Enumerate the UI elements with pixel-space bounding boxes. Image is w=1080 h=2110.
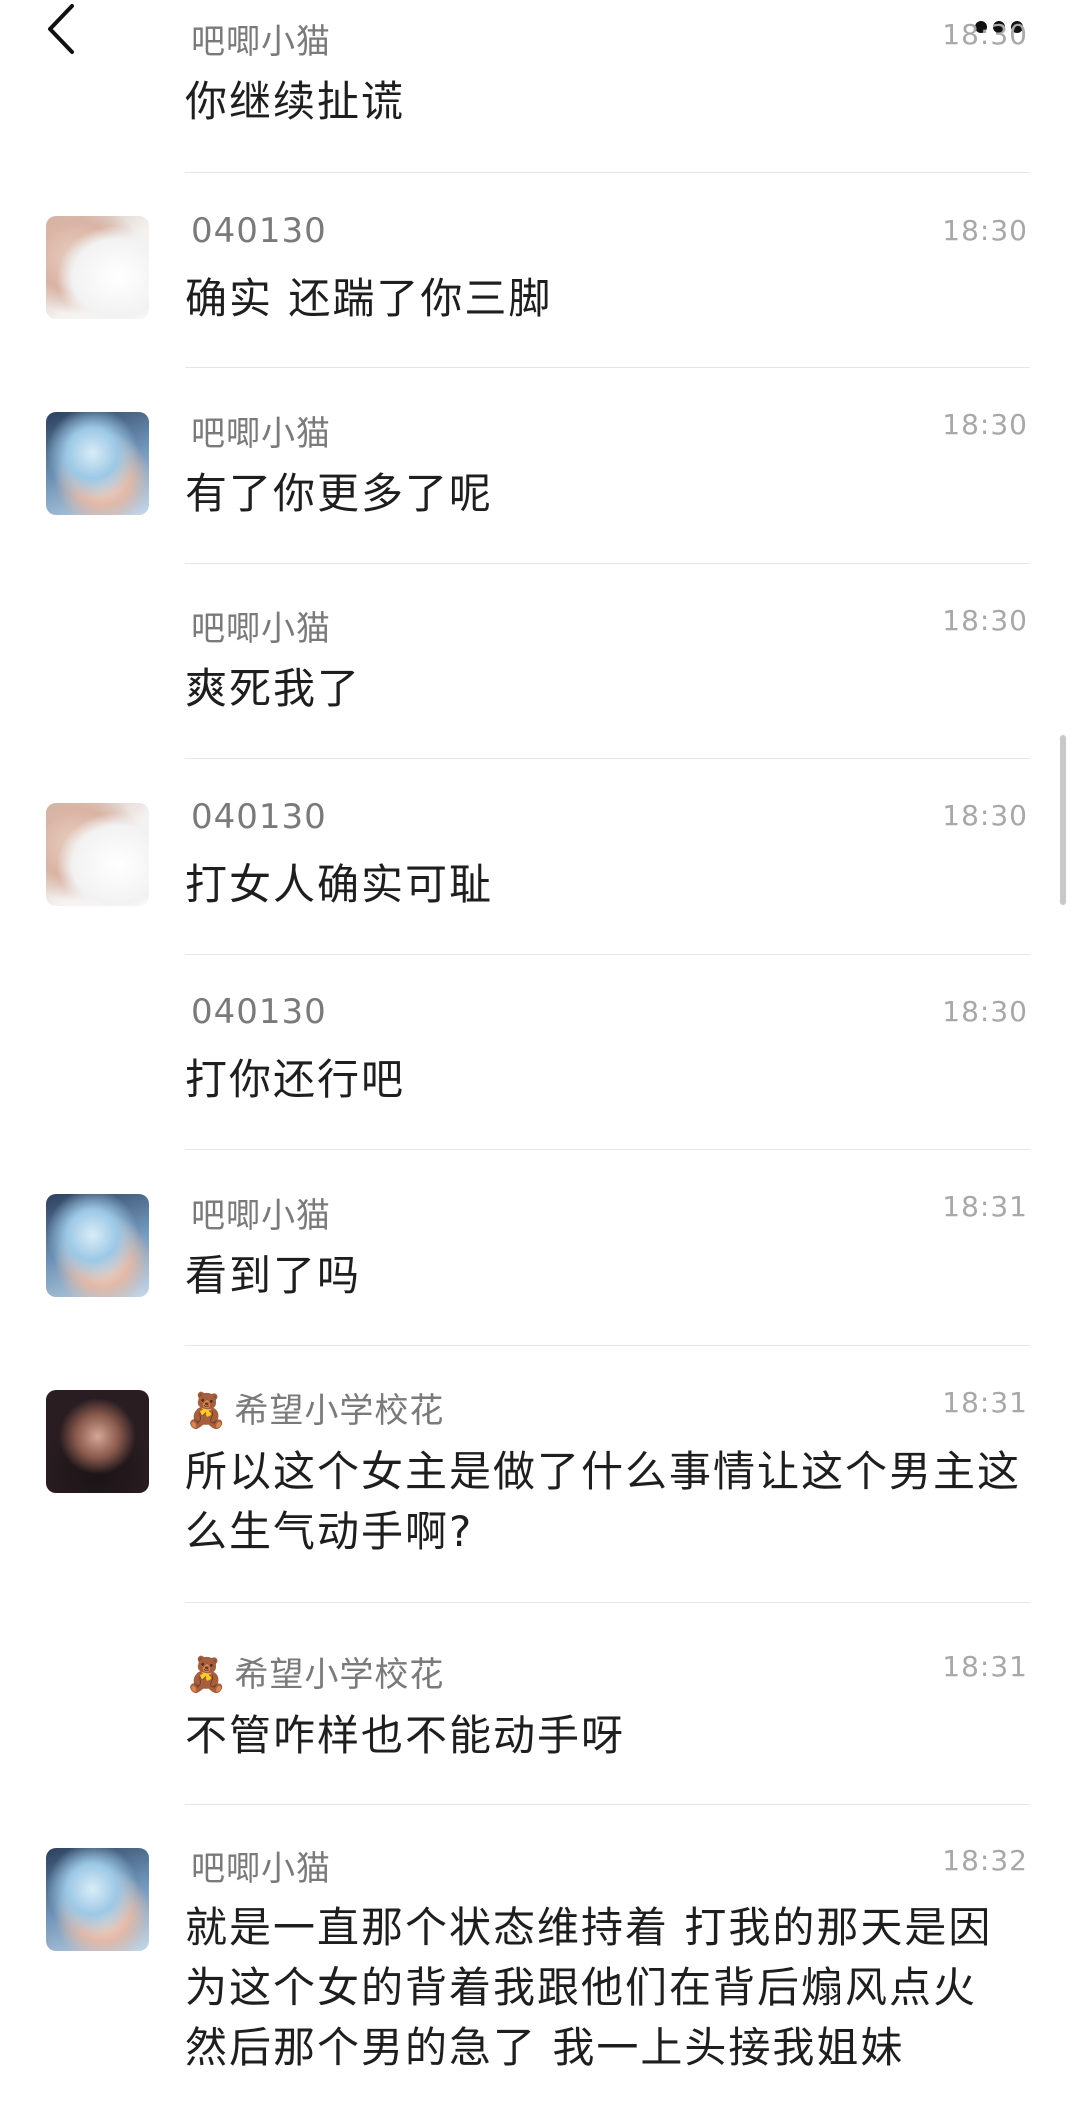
- message-text: 你继续扯谎: [185, 77, 406, 126]
- message-time: 18:30: [942, 604, 1028, 637]
- message-time: 18:30: [942, 408, 1028, 441]
- bear-emoji-icon: 🧸: [185, 1391, 229, 1431]
- avatar[interactable]: [46, 1194, 149, 1297]
- sender-name: 吧唧小猫: [191, 1849, 331, 1889]
- message-time: 18:30: [942, 214, 1028, 247]
- divider: [185, 1602, 1030, 1603]
- chevron-left-icon[interactable]: [42, 2, 82, 56]
- avatar[interactable]: [46, 803, 149, 906]
- scrollbar[interactable]: [1060, 735, 1066, 905]
- divider: [185, 563, 1030, 564]
- avatar[interactable]: [46, 1390, 149, 1493]
- message-text: 所以这个女主是做了什么事情让这个男主这么生气动手啊?: [185, 1447, 1022, 1556]
- sender-name: 🧸 希望小学校花: [185, 1655, 445, 1695]
- sender-name: 吧唧小猫: [191, 414, 331, 454]
- divider: [185, 1149, 1030, 1150]
- message-time: 18:31: [942, 1190, 1028, 1223]
- sender-name: 040130: [191, 992, 327, 1032]
- divider: [185, 1804, 1030, 1805]
- message-text: 看到了吗: [185, 1251, 362, 1300]
- sender-name: 吧唧小猫: [191, 22, 331, 62]
- sender-name: 🧸 希望小学校花: [185, 1391, 445, 1431]
- divider: [185, 758, 1030, 759]
- message-time: 18:31: [942, 1386, 1028, 1419]
- message-text: 打你还行吧: [185, 1055, 406, 1104]
- message-time: 18:30: [942, 18, 1028, 51]
- message-text: 爽死我了: [185, 664, 362, 713]
- sender-name: 吧唧小猫: [191, 609, 331, 649]
- message-time: 18:32: [942, 1844, 1028, 1877]
- message-text: 不管咋样也不能动手呀: [185, 1711, 626, 1760]
- message-text: 就是一直那个状态维持着 打我的那天是因为这个女的背着我跟他们在背后煽风点火 然后…: [185, 1903, 993, 2072]
- message-text: 有了你更多了呢: [185, 469, 494, 518]
- avatar[interactable]: [46, 216, 149, 319]
- avatar[interactable]: [46, 412, 149, 515]
- divider: [185, 954, 1030, 955]
- message-time: 18:30: [942, 995, 1028, 1028]
- sender-name: 040130: [191, 211, 327, 251]
- divider: [185, 172, 1030, 173]
- sender-name: 040130: [191, 797, 327, 837]
- message-time: 18:31: [942, 1650, 1028, 1683]
- sender-name: 吧唧小猫: [191, 1196, 331, 1236]
- divider: [185, 1345, 1030, 1346]
- bear-emoji-icon: 🧸: [185, 1655, 229, 1695]
- message-text: 确实 还踹了你三脚: [185, 274, 553, 323]
- message-text: 打女人确实可耻: [185, 860, 494, 909]
- message-time: 18:30: [942, 799, 1028, 832]
- top-bar: [0, 0, 1080, 70]
- divider: [185, 367, 1030, 368]
- avatar[interactable]: [46, 1848, 149, 1951]
